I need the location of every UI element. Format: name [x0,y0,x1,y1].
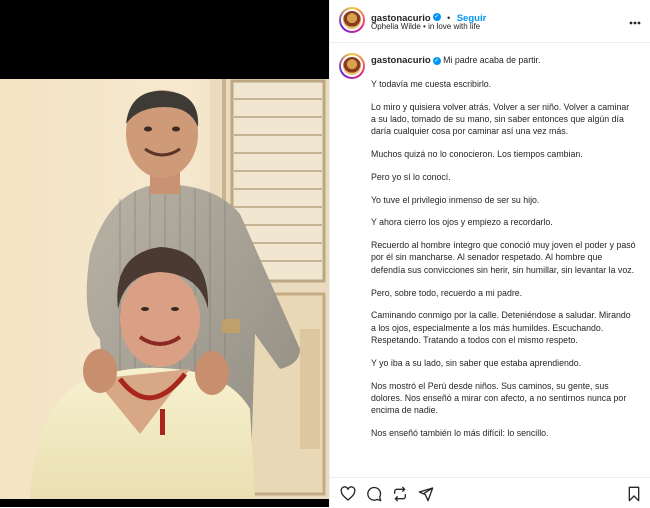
caption-paragraph: Recuerdo al hombre íntegro que conoció m… [371,240,636,275]
share-icon[interactable] [418,486,434,502]
caption-paragraph: Muchos quizá no lo conocieron. Los tiemp… [371,148,583,159]
caption-paragraph: Pero, sobre todo, recuerdo a mi padre. [371,287,523,298]
author-avatar[interactable] [339,7,365,33]
comment-icon[interactable] [366,486,382,502]
caption-opening-sentence: Mi padre acaba de partir. [443,55,541,65]
subline-separator: • [423,22,426,31]
post-side-panel: gastonacurio ✓ • Seguir Ophelia Wilde • i… [329,0,650,507]
photo-illustration [0,79,329,499]
action-bar [330,477,650,508]
caption-area: gastonacurio ✓ Mi padre acaba de partir. … [330,42,650,472]
mood-label: in love with life [428,22,481,31]
verified-badge-icon: ✓ [432,12,441,21]
header-subline: Ophelia Wilde • in love with life [371,22,480,31]
caption-first-line: gastonacurio ✓ Mi padre acaba de partir. [371,54,636,67]
caption-paragraph: Pero yo sí lo conocí. [371,171,451,182]
caption-paragraph: Lo miro y quisiera volver atrás. Volver … [371,101,630,137]
bookmark-icon[interactable] [626,486,642,502]
heart-icon[interactable] [340,486,356,502]
repost-icon[interactable] [392,486,408,502]
more-options-icon[interactable] [629,12,641,28]
caption-author-avatar[interactable] [339,53,365,79]
caption-username[interactable]: gastonacurio [371,55,431,66]
post-media[interactable] [0,0,329,507]
post-header: gastonacurio ✓ • Seguir Ophelia Wilde • i… [330,0,650,43]
caption-paragraph: Y yo iba a su lado, sin saber que estaba… [371,357,582,368]
caption-paragraph: Y todavía me cuesta escribirlo. [371,78,492,89]
caption-verified-badge-icon: ✓ [432,56,441,65]
caption-paragraph: Yo tuve el privilegio inmenso de ser su … [371,194,540,205]
caption-paragraph: Nos mostró el Perú desde niños. Sus cami… [371,380,627,416]
post-photo [0,79,329,499]
audio-track-link[interactable]: Ophelia Wilde [371,22,421,31]
caption-paragraph: Caminando conmigo por la calle. Detenién… [371,310,631,345]
caption-paragraph: Y ahora cierro los ojos y empiezo a reco… [371,217,553,228]
instagram-post-view: gastonacurio ✓ • Seguir Ophelia Wilde • i… [0,0,650,507]
caption-paragraph: Nos enseñó también lo más difícil: lo se… [371,427,549,438]
caption-text: gastonacurio ✓ Mi padre acaba de partir. … [371,54,636,450]
